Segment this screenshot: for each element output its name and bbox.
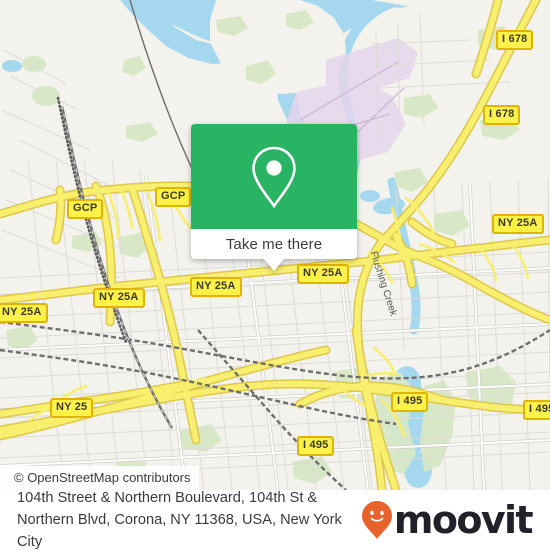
moovit-wordmark: moovit — [393, 498, 534, 542]
callout-pointer — [263, 258, 285, 271]
road-shield-gcp-west[interactable]: GCP — [67, 199, 104, 219]
road-shield-ny25a-centre[interactable]: NY 25A — [190, 277, 242, 297]
moovit-smiley-pin-icon — [361, 501, 392, 539]
location-caption: 104th Street & Northern Boulevard, 104th… — [17, 487, 361, 550]
road-shield-i495-east[interactable]: I 495 — [523, 400, 550, 420]
road-shield-i678-north[interactable]: I 678 — [496, 30, 534, 50]
road-shield-i495-centre[interactable]: I 495 — [391, 392, 429, 412]
road-shield-i678-south[interactable]: I 678 — [483, 105, 521, 125]
road-shield-ny25a-east[interactable]: NY 25A — [492, 214, 544, 234]
road-shield-ny25[interactable]: NY 25 — [50, 398, 94, 418]
road-shield-gcp-east[interactable]: GCP — [155, 187, 192, 207]
caption-line-1: 104th Street & Northern Boulevard, 104th… — [17, 490, 318, 506]
road-shield-i495-west[interactable]: I 495 — [297, 436, 335, 456]
caption-line-2: Northern Blvd, Corona, NY 11368, USA, Ne… — [17, 512, 342, 550]
footer-bar: 104th Street & Northern Boulevard, 104th… — [0, 490, 550, 550]
road-shield-ny25a-edge[interactable]: NY 25A — [0, 303, 48, 323]
destination-callout-card[interactable]: Take me there — [191, 124, 357, 271]
moovit-map-screenshot: I 678 I 678 GCP GCP NY 25A NY 25A NY 25A… — [0, 0, 550, 550]
map-canvas[interactable]: I 678 I 678 GCP GCP NY 25A NY 25A NY 25A… — [0, 0, 550, 490]
road-shield-ny25a-west[interactable]: NY 25A — [93, 288, 145, 308]
callout-pin-panel — [191, 124, 357, 229]
moovit-brand[interactable]: moovit — [361, 500, 544, 540]
take-me-there-button[interactable]: Take me there — [191, 229, 357, 259]
road-shield-ny25a-mid[interactable]: NY 25A — [297, 264, 349, 284]
location-pin-icon — [252, 146, 296, 208]
